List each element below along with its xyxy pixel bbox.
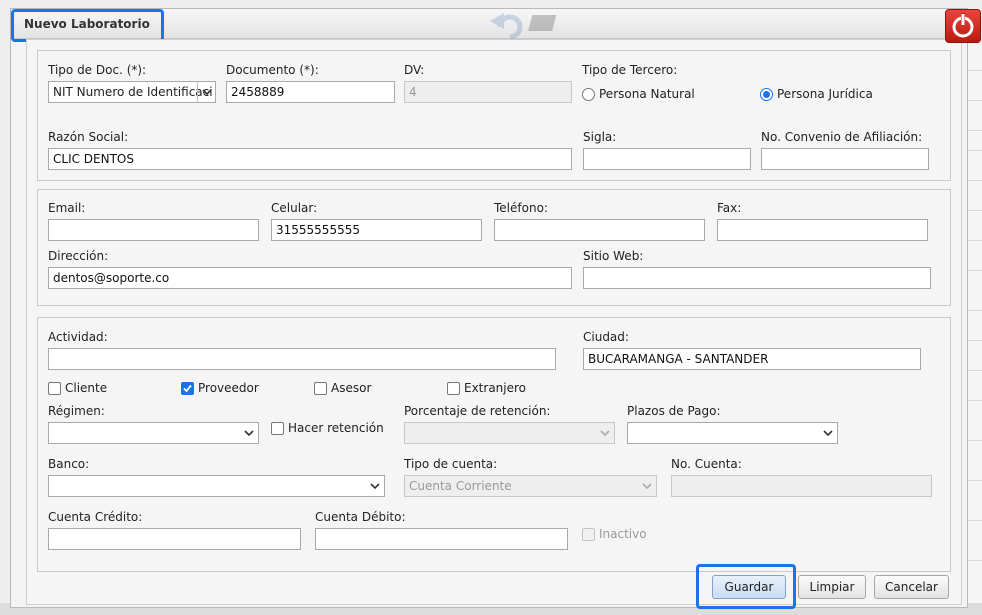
chevron-down-icon: [596, 423, 614, 443]
guardar-button[interactable]: Guardar: [712, 575, 786, 599]
regimen-label: Régimen:: [48, 404, 105, 418]
cliente-label: Cliente: [65, 381, 108, 395]
cuenta-credito-label: Cuenta Crédito:: [48, 510, 143, 524]
documento-input[interactable]: 2458889: [226, 81, 395, 103]
telefono-input[interactable]: [494, 219, 705, 241]
radio-persona-juridica[interactable]: [760, 88, 773, 101]
actividad-label: Actividad:: [48, 330, 108, 344]
cancelar-button[interactable]: Cancelar: [874, 575, 949, 599]
telefono-label: Teléfono:: [494, 201, 548, 215]
dv-label: DV:: [404, 63, 425, 77]
fax-input[interactable]: [717, 219, 928, 241]
sigla-label: Sigla:: [583, 130, 617, 144]
celular-input[interactable]: 31555555555: [271, 219, 482, 241]
asesor-label: Asesor: [331, 381, 372, 395]
hacer-retencion-label: Hacer retención: [288, 421, 384, 435]
hacer-retencion-checkbox[interactable]: [271, 422, 284, 435]
documento-label: Documento (*):: [226, 63, 319, 77]
chevron-down-icon: [819, 423, 837, 443]
email-label: Email:: [48, 201, 86, 215]
tipo-doc-value: NIT Numero de Identificaci: [53, 85, 213, 99]
proveedor-checkbox[interactable]: [181, 382, 194, 395]
power-icon: [952, 13, 974, 38]
extranjero-checkbox[interactable]: [447, 382, 460, 395]
new-laboratory-dialog: Nuevo Laboratorio Tipo de Doc. (*): NIT …: [10, 8, 981, 609]
ciudad-label: Ciudad:: [583, 330, 629, 344]
limpiar-button[interactable]: Limpiar: [798, 575, 866, 599]
cuenta-credito-input[interactable]: [48, 528, 301, 550]
chevron-down-icon: [638, 476, 656, 496]
chevron-down-icon: [366, 476, 384, 496]
email-input[interactable]: [48, 219, 259, 241]
tipo-cuenta-value: Cuenta Corriente: [409, 479, 512, 493]
contact-section: Email: Celular: 31555555555 Teléfono: Fa…: [37, 189, 951, 306]
sigla-input[interactable]: [583, 148, 751, 170]
convenio-label: No. Convenio de Afiliación:: [761, 130, 923, 144]
persona-natural-label: Persona Natural: [599, 87, 695, 101]
inactivo-label: Inactivo: [599, 527, 647, 541]
no-cuenta-label: No. Cuenta:: [671, 457, 742, 471]
direccion-label: Dirección:: [48, 249, 109, 263]
no-cuenta-input[interactable]: [671, 475, 932, 497]
razon-social-label: Razón Social:: [48, 130, 129, 144]
cliente-checkbox[interactable]: [48, 382, 61, 395]
commercial-section: Actividad: Ciudad: BUCARAMANGA - SANTAND…: [37, 317, 951, 572]
regimen-select[interactable]: [48, 422, 259, 444]
direccion-input[interactable]: dentos@soporte.co: [48, 267, 572, 289]
undo-watermark-icon: [490, 13, 557, 39]
sitio-web-label: Sitio Web:: [583, 249, 644, 263]
inactivo-checkbox[interactable]: [582, 528, 595, 541]
chevron-down-icon: [240, 423, 258, 443]
tipo-cuenta-label: Tipo de cuenta:: [404, 457, 498, 471]
fax-label: Fax:: [717, 201, 742, 215]
cuenta-debito-label: Cuenta Débito:: [315, 510, 406, 524]
title-highlight: [11, 9, 164, 42]
banco-select[interactable]: [48, 475, 385, 497]
tipo-doc-label: Tipo de Doc. (*):: [48, 63, 147, 77]
actividad-input[interactable]: [48, 348, 556, 370]
dv-input[interactable]: 4: [404, 81, 572, 103]
extranjero-label: Extranjero: [464, 381, 527, 395]
radio-persona-natural[interactable]: [582, 88, 595, 101]
tipo-cuenta-select[interactable]: Cuenta Corriente: [404, 475, 657, 497]
plazos-pago-select[interactable]: [627, 422, 838, 444]
tipo-tercero-label: Tipo de Tercero:: [582, 63, 678, 77]
tipo-doc-select[interactable]: NIT Numero de Identificaci: [48, 81, 216, 103]
proveedor-label: Proveedor: [198, 381, 259, 395]
chevron-down-icon: [197, 82, 215, 102]
porcentaje-retencion-label: Porcentaje de retención:: [404, 404, 551, 418]
porcentaje-retencion-select[interactable]: [404, 422, 615, 444]
banco-label: Banco:: [48, 457, 90, 471]
close-power-button[interactable]: [945, 9, 981, 43]
cuenta-debito-input[interactable]: [315, 528, 568, 550]
ciudad-input[interactable]: BUCARAMANGA - SANTANDER: [583, 348, 921, 370]
sitio-web-input[interactable]: [583, 267, 931, 289]
persona-juridica-label: Persona Jurídica: [777, 87, 873, 101]
checkmark-icon: [183, 384, 192, 393]
celular-label: Celular:: [271, 201, 318, 215]
form-content: Tipo de Doc. (*): NIT Numero de Identifi…: [26, 39, 962, 609]
razon-social-input[interactable]: CLIC DENTOS: [48, 148, 572, 170]
plazos-pago-label: Plazos de Pago:: [627, 404, 721, 418]
convenio-input[interactable]: [761, 148, 929, 170]
identification-section: Tipo de Doc. (*): NIT Numero de Identifi…: [37, 50, 951, 181]
asesor-checkbox[interactable]: [314, 382, 327, 395]
